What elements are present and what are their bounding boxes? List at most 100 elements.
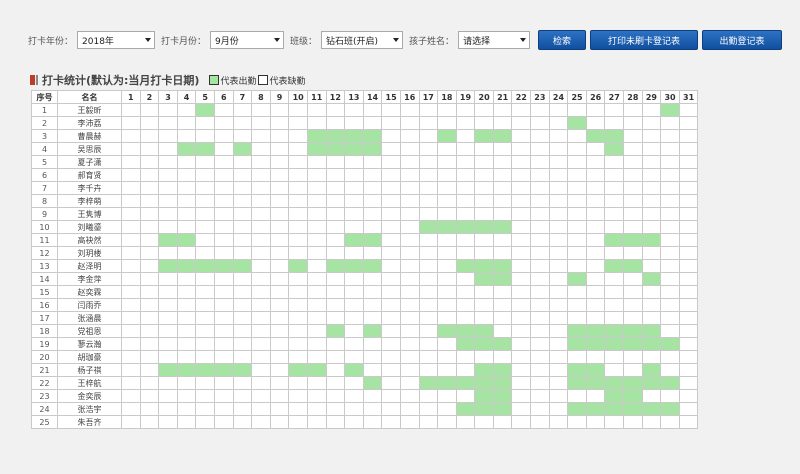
day-cell-absent	[548, 207, 569, 221]
day-cell-absent	[344, 337, 364, 351]
table-row: 13 赵泽明	[31, 259, 699, 273]
day-cell-absent	[474, 142, 494, 156]
day-header: 18	[437, 90, 457, 104]
day-cell-absent	[585, 285, 606, 299]
day-cell-absent	[585, 116, 606, 130]
row-student-name: 朱吾齐	[57, 415, 122, 429]
day-cell-present	[158, 363, 178, 377]
day-cell-absent	[362, 220, 383, 234]
day-cell-present	[567, 116, 587, 130]
day-cell-absent	[158, 389, 178, 403]
chevron-down-icon	[393, 38, 400, 42]
day-cell-absent	[306, 298, 327, 312]
search-button[interactable]: 检索	[538, 30, 587, 50]
row-seq: 22	[31, 376, 58, 390]
day-cell-present	[158, 259, 178, 273]
day-cell-absent	[474, 298, 494, 312]
day-cell-absent	[325, 103, 346, 117]
day-cell-absent	[455, 350, 476, 364]
day-cell-absent	[641, 207, 662, 221]
day-cell-absent	[139, 324, 160, 338]
day-cell-absent	[362, 155, 383, 169]
day-cell-absent	[511, 155, 532, 169]
table-row: 5 夏子潇	[31, 155, 699, 169]
day-cell-present	[362, 142, 383, 156]
day-cell-absent	[660, 415, 680, 429]
print-unpunched-button[interactable]: 打印未刷卡登记表	[590, 30, 699, 50]
row-student-name: 金奕辰	[57, 389, 122, 403]
day-cell-present	[660, 103, 680, 117]
day-cell-absent	[678, 155, 699, 169]
day-cell-absent	[660, 116, 680, 130]
day-cell-absent	[548, 168, 569, 182]
day-cell-absent	[344, 324, 364, 338]
child-select[interactable]: 请选择	[458, 31, 531, 49]
month-select[interactable]: 9月份	[210, 31, 285, 49]
day-cell-absent	[121, 246, 141, 260]
day-cell-absent	[530, 337, 550, 351]
day-cell-absent	[269, 376, 290, 390]
day-cell-absent	[381, 389, 401, 403]
day-cell-absent	[344, 402, 364, 416]
class-select[interactable]: 钻石班(开启)	[321, 31, 404, 49]
table-row: 11 高袂然	[31, 233, 699, 247]
legend-present-label: 代表出勤	[220, 76, 257, 87]
table-row: 22 王梓航	[31, 376, 699, 390]
day-cell-absent	[121, 155, 141, 169]
day-cell-absent	[437, 337, 457, 351]
day-cell-absent	[474, 246, 494, 260]
day-cell-absent	[381, 220, 401, 234]
day-header: 28	[623, 90, 643, 104]
row-student-name: 吴思辰	[57, 142, 122, 156]
day-cell-absent	[418, 155, 439, 169]
day-cell-absent	[418, 168, 439, 182]
print-attendance-button[interactable]: 出勤登记表	[702, 30, 783, 50]
day-cell-absent	[399, 376, 420, 390]
year-select[interactable]: 2018年	[77, 31, 156, 49]
day-cell-absent	[195, 402, 215, 416]
day-cell-absent	[678, 220, 699, 234]
day-cell-absent	[548, 337, 569, 351]
day-cell-absent	[158, 415, 178, 429]
day-cell-absent	[362, 181, 383, 195]
day-cell-absent	[213, 246, 234, 260]
day-cell-absent	[158, 116, 178, 130]
day-cell-absent	[567, 298, 587, 312]
day-cell-present	[492, 337, 513, 351]
day-cell-absent	[269, 389, 290, 403]
day-cell-absent	[511, 285, 532, 299]
day-cell-absent	[213, 194, 234, 208]
day-cell-absent	[251, 415, 271, 429]
day-cell-absent	[604, 168, 625, 182]
day-cell-absent	[139, 220, 160, 234]
day-header: 27	[604, 90, 625, 104]
day-header: 23	[530, 90, 550, 104]
day-cell-present	[306, 129, 327, 143]
year-label: 打卡年份：	[28, 36, 74, 47]
day-cell-absent	[641, 259, 662, 273]
day-cell-absent	[399, 272, 420, 286]
day-cell-absent	[641, 129, 662, 143]
day-cell-absent	[399, 285, 420, 299]
day-cell-absent	[158, 129, 178, 143]
day-cell-absent	[344, 194, 364, 208]
day-cell-absent	[213, 168, 234, 182]
table-row: 3 曹晨赫	[31, 129, 699, 143]
day-cell-absent	[251, 298, 271, 312]
day-cell-absent	[660, 233, 680, 247]
day-header: 8	[251, 90, 271, 104]
day-cell-absent	[641, 181, 662, 195]
day-header: 6	[213, 90, 234, 104]
day-cell-absent	[418, 194, 439, 208]
day-cell-absent	[121, 142, 141, 156]
day-cell-absent	[232, 155, 253, 169]
row-student-name: 王隽博	[57, 207, 122, 221]
day-cell-absent	[213, 324, 234, 338]
day-cell-absent	[399, 402, 420, 416]
day-cell-absent	[567, 285, 587, 299]
day-cell-absent	[585, 415, 606, 429]
day-cell-absent	[567, 207, 587, 221]
day-cell-absent	[269, 246, 290, 260]
day-cell-present	[176, 233, 197, 247]
day-cell-absent	[251, 324, 271, 338]
